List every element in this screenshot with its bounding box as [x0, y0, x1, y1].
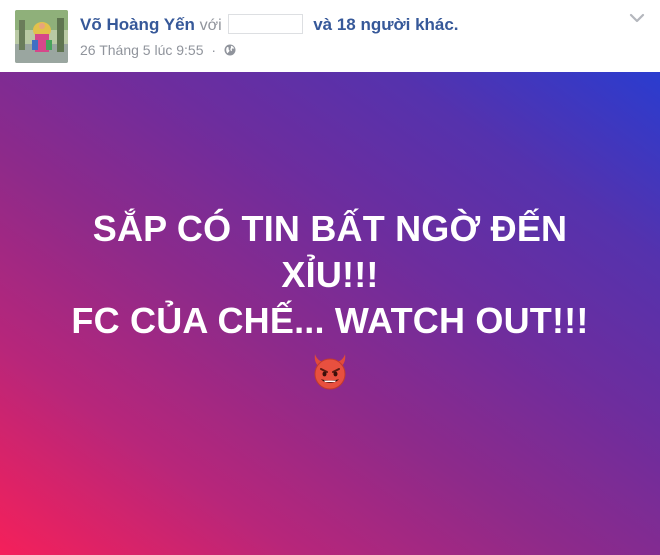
- post-text-line-2: XỈU!!!: [281, 253, 379, 295]
- colored-background-post: SẮP CÓ TIN BẤT NGỜ ĐẾN XỈU!!! FC CỦA CHẾ…: [0, 72, 660, 555]
- post-text-line-3: FC CỦA CHẾ... WATCH OUT!!!: [71, 299, 589, 341]
- author-avatar[interactable]: [15, 10, 68, 63]
- globe-icon[interactable]: [224, 44, 236, 56]
- post-text-line-1: SẮP CÓ TIN BẤT NGỜ ĐẾN: [92, 207, 568, 249]
- with-word: với: [199, 17, 222, 34]
- chevron-down-icon[interactable]: [629, 12, 645, 24]
- facebook-post: Võ Hoàng Yến với và 18 người khác. 26 Th…: [0, 0, 660, 555]
- author-line: Võ Hoàng Yến với và 18 người khác.: [80, 14, 459, 37]
- tagged-others-link[interactable]: và 18 người khác.: [313, 15, 458, 34]
- author-name-link[interactable]: Võ Hoàng Yến: [80, 15, 195, 34]
- post-meta: 26 Tháng 5 lúc 9:55 ·: [80, 41, 236, 59]
- meta-separator: ·: [211, 42, 217, 58]
- post-text: SẮP CÓ TIN BẤT NGỜ ĐẾN XỈU!!! FC CỦA CHẾ…: [30, 206, 630, 392]
- post-timestamp[interactable]: 26 Tháng 5 lúc 9:55: [80, 42, 204, 58]
- tagged-person-redacted[interactable]: [228, 14, 304, 34]
- post-header: Võ Hoàng Yến với và 18 người khác. 26 Th…: [0, 0, 660, 70]
- smiling-devil-emoji-icon: [314, 353, 346, 389]
